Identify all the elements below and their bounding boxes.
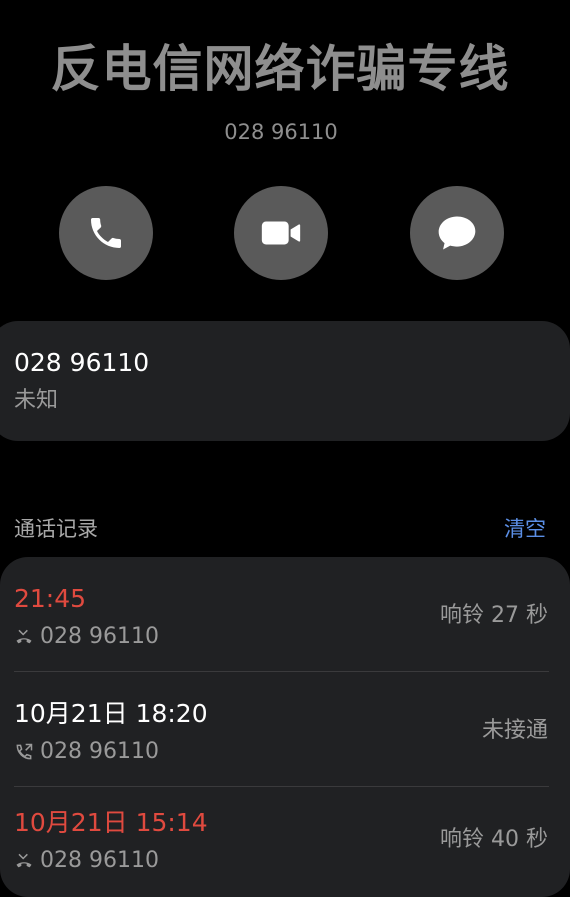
call-button[interactable] (59, 186, 153, 280)
outgoing-call-icon (16, 743, 33, 760)
call-number: 028 96110 (40, 624, 159, 649)
video-camera-icon (261, 221, 301, 245)
message-bubble-icon (438, 216, 476, 250)
number-info-card: 028 96110 未知 (0, 321, 570, 441)
call-time: 21:45 (14, 584, 87, 613)
missed-call-icon (16, 629, 32, 644)
call-log-item[interactable]: 10月21日 18:20 028 96110 未接通 (0, 672, 570, 787)
info-location: 未知 (14, 388, 59, 413)
call-status: 响铃 40 秒 (440, 827, 548, 852)
contact-name: 反电信网络诈骗专线 (50, 40, 510, 98)
contact-number: 028 96110 (224, 120, 338, 144)
call-status: 响铃 27 秒 (440, 603, 548, 628)
call-status: 未接通 (481, 718, 548, 743)
call-log-item[interactable]: 21:45 028 96110 响铃 27 秒 (0, 557, 570, 672)
video-call-button[interactable] (234, 186, 328, 280)
message-button[interactable] (410, 186, 504, 280)
call-log-header: 通话记录 (14, 517, 98, 541)
call-number-row: 028 96110 (14, 738, 159, 766)
call-log-list: 21:45 028 96110 响铃 27 秒 10月21日 18:20 028… (0, 557, 570, 897)
call-time: 10月21日 15:14 (14, 808, 208, 837)
phone-icon (91, 218, 121, 248)
clear-button[interactable]: 清空 (504, 514, 546, 544)
call-number: 028 96110 (40, 739, 159, 764)
call-log-item[interactable]: 10月21日 15:14 028 96110 响铃 40 秒 (0, 781, 570, 889)
call-time: 10月21日 18:20 (14, 699, 208, 728)
call-number-row: 028 96110 (14, 847, 159, 875)
missed-call-icon (16, 853, 32, 868)
info-number: 028 96110 (14, 348, 150, 377)
call-number: 028 96110 (40, 848, 159, 873)
call-number-row: 028 96110 (14, 623, 159, 651)
